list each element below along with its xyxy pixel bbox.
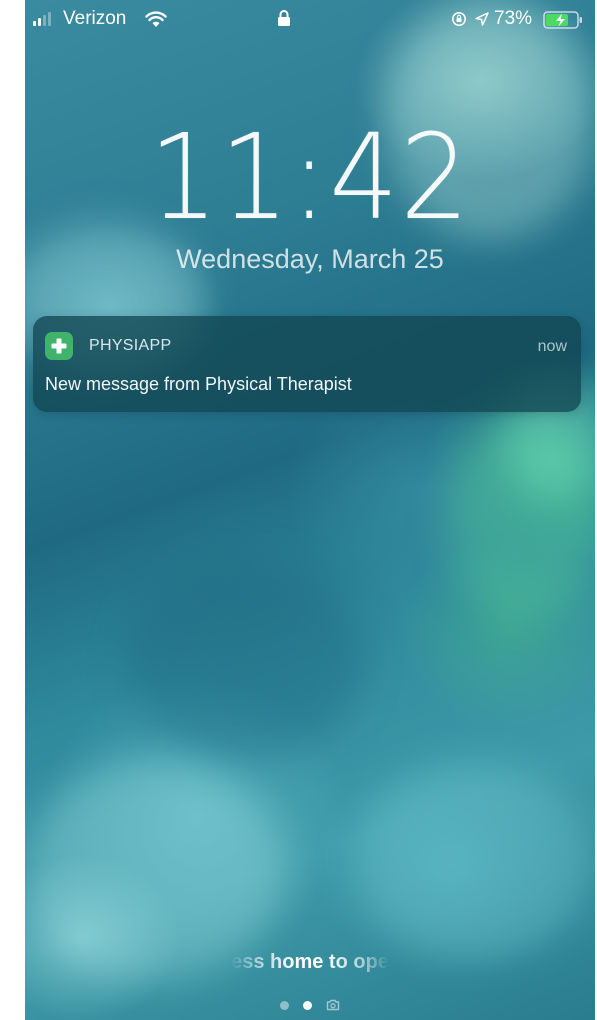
wallpaper-smoke	[445, 420, 595, 620]
page-indicator[interactable]	[25, 999, 595, 1011]
page-dot[interactable]	[280, 1000, 289, 1010]
page-dot-active[interactable]	[303, 1000, 312, 1010]
lock-screen-clock: 11:42	[25, 108, 595, 246]
lock-icon	[278, 10, 290, 26]
battery-charging-icon	[543, 11, 582, 29]
carrier-name: Verizon	[63, 8, 127, 29]
camera-icon[interactable]	[326, 999, 340, 1011]
press-home-text: ess home to ope	[231, 951, 389, 973]
lock-screen: Verizon 73% 11:42 Wednesday, March 25 PH…	[25, 0, 595, 1020]
location-icon	[475, 12, 489, 26]
wallpaper-smoke	[25, 760, 285, 980]
rotation-lock-icon	[452, 12, 466, 26]
clock-time: 11:42	[148, 108, 472, 246]
battery-percentage: 73%	[494, 8, 533, 29]
wifi-icon	[145, 11, 167, 27]
medical-cross-icon	[45, 332, 73, 360]
notification-message: New message from Physical Therapist	[45, 374, 352, 394]
notification-app-name: PHYSIAPP	[89, 337, 172, 354]
signal-icon	[33, 12, 51, 26]
press-home-hint: ess home to ope	[25, 951, 595, 974]
wallpaper-smoke	[125, 560, 365, 760]
notification-time: now	[537, 338, 567, 355]
wallpaper-smoke	[355, 760, 595, 960]
notification-card[interactable]: PHYSIAPP now New message from Physical T…	[33, 316, 581, 412]
status-bar: Verizon 73%	[25, 0, 595, 40]
lock-screen-date: Wednesday, March 25	[176, 244, 444, 274]
